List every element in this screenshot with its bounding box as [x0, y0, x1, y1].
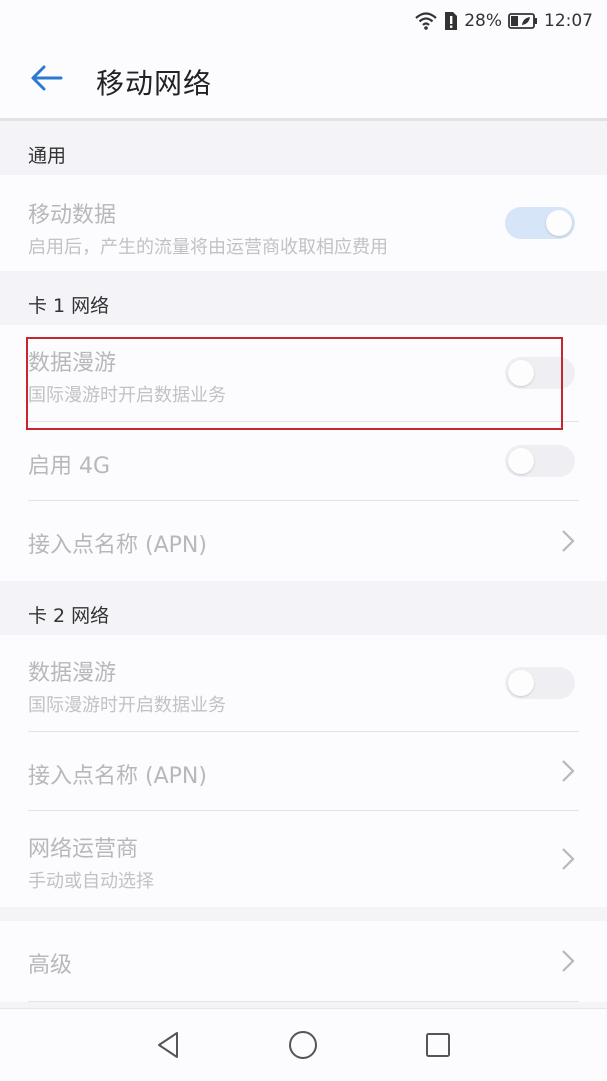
toggle-knob — [546, 210, 572, 236]
section-title: 卡 2 网络 — [28, 605, 110, 627]
settings-list: 通用 移动数据 启用后，产生的流量将由运营商收取相应费用 卡 1 网络 数据漫游… — [0, 121, 607, 1002]
chevron-right-icon — [562, 760, 575, 782]
row-title: 启用 4G — [28, 454, 111, 479]
section-title: 卡 1 网络 — [28, 295, 110, 317]
battery-icon — [508, 13, 538, 29]
card-general: 移动数据 启用后，产生的流量将由运营商收取相应费用 — [0, 175, 607, 271]
toggle-knob — [508, 448, 534, 474]
nav-recents-button[interactable] — [418, 1027, 458, 1063]
row-subtitle: 国际漫游时开启数据业务 — [28, 385, 226, 406]
chevron-right-icon — [562, 530, 575, 552]
app-bar: 移动网络 — [0, 42, 607, 118]
nav-recents-icon — [426, 1033, 450, 1057]
nav-home-icon — [289, 1031, 317, 1059]
row-title: 数据漫游 — [28, 351, 117, 376]
row-subtitle: 手动或自动选择 — [28, 871, 154, 892]
row-title: 移动数据 — [28, 203, 117, 228]
sim1-data-roaming-toggle[interactable] — [505, 357, 575, 389]
row-mobile-data[interactable]: 移动数据 启用后，产生的流量将由运营商收取相应费用 — [28, 175, 579, 271]
toggle-knob — [508, 670, 534, 696]
row-sim1-enable-4g[interactable]: 启用 4G — [28, 422, 579, 501]
row-sim2-apn[interactable]: 接入点名称 (APN) — [28, 732, 579, 811]
back-button[interactable] — [22, 60, 70, 100]
nav-back-icon — [158, 1032, 178, 1058]
row-title: 接入点名称 (APN) — [28, 533, 207, 558]
sim2-data-roaming-toggle[interactable] — [505, 667, 575, 699]
chevron-right-icon — [562, 950, 575, 972]
nav-home-button[interactable] — [283, 1027, 323, 1063]
wifi-icon — [414, 11, 438, 31]
clock: 12:07 — [544, 11, 593, 31]
card-advanced: 高级 — [0, 921, 607, 1002]
row-subtitle: 国际漫游时开启数据业务 — [28, 695, 226, 716]
chevron-right-icon — [562, 848, 575, 870]
card-sim1: 数据漫游 国际漫游时开启数据业务 启用 4G 接入点名称 (APN) — [0, 325, 607, 581]
card-sim2: 数据漫游 国际漫游时开启数据业务 接入点名称 (APN) 网络运营商 手动或自动… — [0, 635, 607, 907]
row-title: 接入点名称 (APN) — [28, 764, 207, 789]
back-arrow-icon — [29, 64, 63, 96]
row-subtitle: 启用后，产生的流量将由运营商收取相应费用 — [28, 237, 388, 258]
status-icons: 28% 12:07 — [414, 8, 593, 34]
row-sim2-operator[interactable]: 网络运营商 手动或自动选择 — [28, 811, 579, 907]
toggle-knob — [508, 360, 534, 386]
section-header-sim1: 卡 1 网络 — [0, 271, 607, 325]
sim-alert-icon — [444, 11, 458, 31]
battery-percent: 28% — [464, 11, 502, 31]
section-header-sim2: 卡 2 网络 — [0, 581, 607, 635]
nav-back-button[interactable] — [148, 1027, 188, 1063]
spacer — [0, 907, 607, 921]
status-bar: 28% 12:07 — [0, 0, 607, 42]
row-sim1-data-roaming[interactable]: 数据漫游 国际漫游时开启数据业务 — [28, 325, 579, 422]
section-header-general: 通用 — [0, 121, 607, 175]
page-title: 移动网络 — [96, 67, 213, 100]
row-advanced[interactable]: 高级 — [28, 921, 579, 1002]
navigation-bar — [0, 1008, 607, 1081]
row-title: 网络运营商 — [28, 837, 139, 862]
row-sim1-apn[interactable]: 接入点名称 (APN) — [28, 501, 579, 581]
sim1-enable-4g-toggle[interactable] — [505, 445, 575, 477]
row-sim2-data-roaming[interactable]: 数据漫游 国际漫游时开启数据业务 — [28, 635, 579, 732]
row-title: 数据漫游 — [28, 661, 117, 686]
section-title: 通用 — [28, 145, 67, 167]
mobile-data-toggle[interactable] — [505, 207, 575, 239]
row-title: 高级 — [28, 953, 73, 978]
